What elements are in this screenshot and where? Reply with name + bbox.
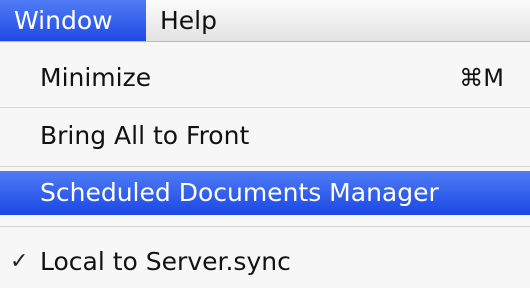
menu-separator bbox=[0, 166, 530, 167]
menu-separator bbox=[0, 107, 530, 108]
keyboard-shortcut: ⌘M bbox=[459, 64, 504, 92]
menu-help[interactable]: Help bbox=[158, 0, 217, 41]
menu-item-label: Bring All to Front bbox=[40, 121, 250, 150]
menu-bar: Window Help bbox=[0, 0, 530, 42]
menu-window[interactable]: Window bbox=[0, 0, 146, 41]
menu-item-bring-all-to-front[interactable]: Bring All to Front bbox=[0, 110, 530, 162]
menu-item-label: Local to Server.sync bbox=[40, 247, 291, 276]
menu-item-minimize[interactable]: Minimize ⌘M bbox=[0, 52, 530, 104]
window-menu-dropdown: Minimize ⌘M Bring All to Front Scheduled… bbox=[0, 42, 530, 284]
menu-item-label: Scheduled Documents Manager bbox=[40, 178, 439, 207]
menu-item-local-to-server-sync[interactable]: ✓ Local to Server.sync bbox=[0, 236, 530, 288]
menu-item-scheduled-documents-manager[interactable]: Scheduled Documents Manager bbox=[0, 171, 530, 215]
menu-separator bbox=[0, 226, 530, 227]
checkmark-icon: ✓ bbox=[10, 249, 29, 274]
menu-item-label: Minimize bbox=[40, 63, 152, 92]
